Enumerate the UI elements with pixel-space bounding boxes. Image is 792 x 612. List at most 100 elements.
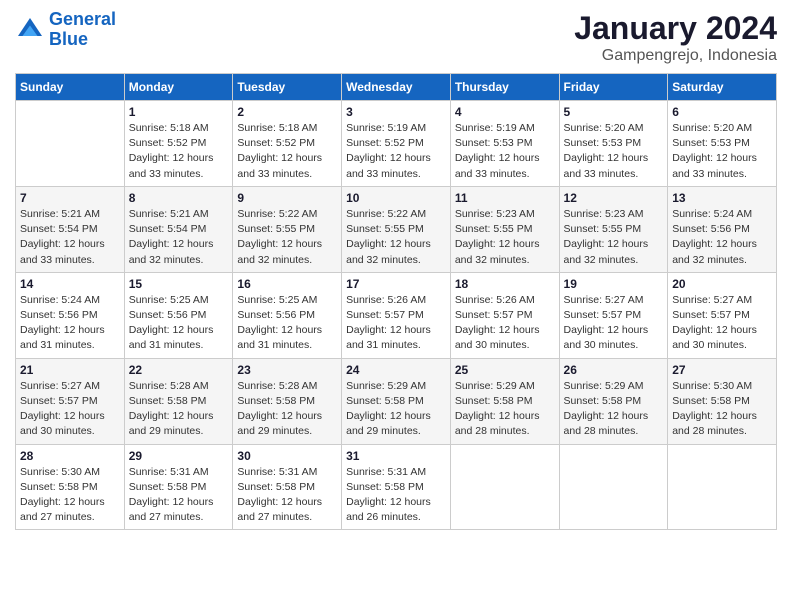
day-info: Sunrise: 5:26 AMSunset: 5:57 PMDaylight:… xyxy=(455,293,555,354)
day-number: 16 xyxy=(237,277,337,291)
day-number: 13 xyxy=(672,191,772,205)
day-number: 7 xyxy=(20,191,120,205)
day-number: 14 xyxy=(20,277,120,291)
day-info: Sunrise: 5:30 AMSunset: 5:58 PMDaylight:… xyxy=(20,465,120,526)
day-info: Sunrise: 5:19 AMSunset: 5:52 PMDaylight:… xyxy=(346,121,446,182)
day-number: 30 xyxy=(237,449,337,463)
logo-line1: General xyxy=(49,9,116,29)
col-header-friday: Friday xyxy=(559,74,668,101)
day-cell: 20 Sunrise: 5:27 AMSunset: 5:57 PMDayligh… xyxy=(668,272,777,358)
day-info: Sunrise: 5:29 AMSunset: 5:58 PMDaylight:… xyxy=(455,379,555,440)
day-info: Sunrise: 5:31 AMSunset: 5:58 PMDaylight:… xyxy=(346,465,446,526)
day-info: Sunrise: 5:27 AMSunset: 5:57 PMDaylight:… xyxy=(672,293,772,354)
day-info: Sunrise: 5:18 AMSunset: 5:52 PMDaylight:… xyxy=(129,121,229,182)
day-cell: 19 Sunrise: 5:27 AMSunset: 5:57 PMDayligh… xyxy=(559,272,668,358)
day-info: Sunrise: 5:30 AMSunset: 5:58 PMDaylight:… xyxy=(672,379,772,440)
day-info: Sunrise: 5:23 AMSunset: 5:55 PMDaylight:… xyxy=(564,207,664,268)
week-row-5: 28 Sunrise: 5:30 AMSunset: 5:58 PMDayligh… xyxy=(16,444,777,530)
col-header-wednesday: Wednesday xyxy=(342,74,451,101)
day-info: Sunrise: 5:27 AMSunset: 5:57 PMDaylight:… xyxy=(564,293,664,354)
day-number: 15 xyxy=(129,277,229,291)
day-info: Sunrise: 5:28 AMSunset: 5:58 PMDaylight:… xyxy=(129,379,229,440)
day-cell: 6Sunrise: 5:20 AMSunset: 5:53 PMDaylight… xyxy=(668,101,777,187)
day-cell: 13Sunrise: 5:24 AMSunset: 5:56 PMDayligh… xyxy=(668,186,777,272)
day-cell: 1Sunrise: 5:18 AMSunset: 5:52 PMDaylight… xyxy=(124,101,233,187)
day-cell: 12 Sunrise: 5:23 AMSunset: 5:55 PMDayligh… xyxy=(559,186,668,272)
day-cell: 23Sunrise: 5:28 AMSunset: 5:58 PMDayligh… xyxy=(233,358,342,444)
day-number: 27 xyxy=(672,363,772,377)
day-number: 11 xyxy=(455,191,555,205)
day-number: 2 xyxy=(237,105,337,119)
day-cell: 2 Sunrise: 5:18 AMSunset: 5:52 PMDaylight… xyxy=(233,101,342,187)
day-number: 18 xyxy=(455,277,555,291)
col-header-thursday: Thursday xyxy=(450,74,559,101)
day-number: 19 xyxy=(564,277,664,291)
day-info: Sunrise: 5:20 AMSunset: 5:53 PMDaylight:… xyxy=(672,121,772,182)
day-cell: 3Sunrise: 5:19 AMSunset: 5:52 PMDaylight… xyxy=(342,101,451,187)
day-cell: 16 Sunrise: 5:25 AMSunset: 5:56 PMDayligh… xyxy=(233,272,342,358)
day-number: 8 xyxy=(129,191,229,205)
day-cell xyxy=(16,101,125,187)
day-info: Sunrise: 5:26 AMSunset: 5:57 PMDaylight:… xyxy=(346,293,446,354)
day-cell: 30Sunrise: 5:31 AMSunset: 5:58 PMDayligh… xyxy=(233,444,342,530)
day-number: 17 xyxy=(346,277,446,291)
week-row-1: 1Sunrise: 5:18 AMSunset: 5:52 PMDaylight… xyxy=(16,101,777,187)
day-cell: 21 Sunrise: 5:27 AMSunset: 5:57 PMDayligh… xyxy=(16,358,125,444)
day-cell: 8 Sunrise: 5:21 AMSunset: 5:54 PMDaylight… xyxy=(124,186,233,272)
day-number: 28 xyxy=(20,449,120,463)
page-container: General Blue January 2024 Gampengrejo, I… xyxy=(0,0,792,540)
day-number: 5 xyxy=(564,105,664,119)
day-cell: 18 Sunrise: 5:26 AMSunset: 5:57 PMDayligh… xyxy=(450,272,559,358)
day-info: Sunrise: 5:27 AMSunset: 5:57 PMDaylight:… xyxy=(20,379,120,440)
day-info: Sunrise: 5:22 AMSunset: 5:55 PMDaylight:… xyxy=(237,207,337,268)
day-info: Sunrise: 5:19 AMSunset: 5:53 PMDaylight:… xyxy=(455,121,555,182)
day-cell: 15Sunrise: 5:25 AMSunset: 5:56 PMDayligh… xyxy=(124,272,233,358)
day-info: Sunrise: 5:29 AMSunset: 5:58 PMDaylight:… xyxy=(564,379,664,440)
day-info: Sunrise: 5:23 AMSunset: 5:55 PMDaylight:… xyxy=(455,207,555,268)
day-number: 22 xyxy=(129,363,229,377)
week-row-3: 14Sunrise: 5:24 AMSunset: 5:56 PMDayligh… xyxy=(16,272,777,358)
col-header-saturday: Saturday xyxy=(668,74,777,101)
title-block: January 2024 Gampengrejo, Indonesia xyxy=(574,10,777,65)
header-row: SundayMondayTuesdayWednesdayThursdayFrid… xyxy=(16,74,777,101)
day-info: Sunrise: 5:20 AMSunset: 5:53 PMDaylight:… xyxy=(564,121,664,182)
day-cell: 29 Sunrise: 5:31 AMSunset: 5:58 PMDayligh… xyxy=(124,444,233,530)
day-number: 20 xyxy=(672,277,772,291)
day-number: 12 xyxy=(564,191,664,205)
day-cell: 31 Sunrise: 5:31 AMSunset: 5:58 PMDayligh… xyxy=(342,444,451,530)
day-info: Sunrise: 5:22 AMSunset: 5:55 PMDaylight:… xyxy=(346,207,446,268)
day-cell: 27 Sunrise: 5:30 AMSunset: 5:58 PMDayligh… xyxy=(668,358,777,444)
day-number: 4 xyxy=(455,105,555,119)
day-number: 31 xyxy=(346,449,446,463)
subtitle: Gampengrejo, Indonesia xyxy=(574,47,777,65)
day-cell: 28 Sunrise: 5:30 AMSunset: 5:58 PMDayligh… xyxy=(16,444,125,530)
day-cell: 10Sunrise: 5:22 AMSunset: 5:55 PMDayligh… xyxy=(342,186,451,272)
day-cell xyxy=(668,444,777,530)
logo-text: General Blue xyxy=(49,10,116,50)
day-cell: 11 Sunrise: 5:23 AMSunset: 5:55 PMDayligh… xyxy=(450,186,559,272)
day-cell xyxy=(559,444,668,530)
day-cell: 14Sunrise: 5:24 AMSunset: 5:56 PMDayligh… xyxy=(16,272,125,358)
day-info: Sunrise: 5:21 AMSunset: 5:54 PMDaylight:… xyxy=(20,207,120,268)
week-row-2: 7 Sunrise: 5:21 AMSunset: 5:54 PMDaylight… xyxy=(16,186,777,272)
main-title: January 2024 xyxy=(574,10,777,47)
day-number: 23 xyxy=(237,363,337,377)
day-info: Sunrise: 5:21 AMSunset: 5:54 PMDaylight:… xyxy=(129,207,229,268)
col-header-sunday: Sunday xyxy=(16,74,125,101)
day-cell: 22 Sunrise: 5:28 AMSunset: 5:58 PMDayligh… xyxy=(124,358,233,444)
day-info: Sunrise: 5:31 AMSunset: 5:58 PMDaylight:… xyxy=(129,465,229,526)
day-cell: 17 Sunrise: 5:26 AMSunset: 5:57 PMDayligh… xyxy=(342,272,451,358)
day-cell: 25 Sunrise: 5:29 AMSunset: 5:58 PMDayligh… xyxy=(450,358,559,444)
day-cell: 7 Sunrise: 5:21 AMSunset: 5:54 PMDaylight… xyxy=(16,186,125,272)
day-number: 25 xyxy=(455,363,555,377)
day-info: Sunrise: 5:18 AMSunset: 5:52 PMDaylight:… xyxy=(237,121,337,182)
day-info: Sunrise: 5:25 AMSunset: 5:56 PMDaylight:… xyxy=(237,293,337,354)
day-cell: 24Sunrise: 5:29 AMSunset: 5:58 PMDayligh… xyxy=(342,358,451,444)
day-cell: 5 Sunrise: 5:20 AMSunset: 5:53 PMDaylight… xyxy=(559,101,668,187)
day-cell: 9Sunrise: 5:22 AMSunset: 5:55 PMDaylight… xyxy=(233,186,342,272)
col-header-monday: Monday xyxy=(124,74,233,101)
day-number: 21 xyxy=(20,363,120,377)
logo: General Blue xyxy=(15,10,116,50)
day-number: 24 xyxy=(346,363,446,377)
day-number: 29 xyxy=(129,449,229,463)
